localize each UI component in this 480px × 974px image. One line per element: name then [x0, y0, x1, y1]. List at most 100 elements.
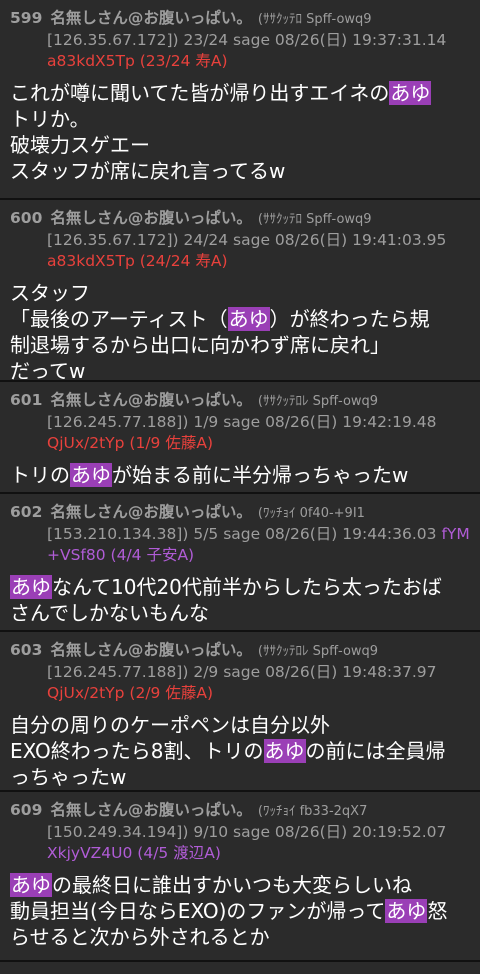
post: 602 名無しさん@お腹いっぱい。 (ﾜｯﾁｮｲ 0f40-+9I1 [153.210… [0, 494, 480, 632]
post-line: さんでしかないもんな [10, 600, 474, 626]
post-body: あゆの最終日に誰出すかいつも大変らしいね 動員担当(今日ならEXO)のファンが帰っ… [10, 872, 474, 950]
highlighted-keyword: あゆ [10, 575, 52, 599]
post: 601 名無しさん@お腹いっぱい。 (ｻｻｸｯﾃﾛﾚ Spff-owq9 [126.2… [0, 382, 480, 494]
thread: 599 名無しさん@お腹いっぱい。 (ｻｻｸｯﾃﾛ Spff-owq9 [126.35… [0, 0, 480, 962]
post-info: [153.210.134.38]) 5/5 sage 08/26(日) 19:4… [10, 524, 474, 545]
poster-name: 名無しさん@お腹いっぱい。 [50, 209, 252, 227]
post-line: これが噂に聞いてた皆が帰り出すエイネのあゆ [10, 80, 474, 106]
poster-name: 名無しさん@お腹いっぱい。 [50, 503, 252, 521]
post-meta: 602 名無しさん@お腹いっぱい。 (ﾜｯﾁｮｲ 0f40-+9I1 [153.210… [10, 502, 474, 566]
post-body: トリのあゆが始まる前に半分帰っちゃったw [10, 462, 474, 488]
post-line: トリか。 [10, 106, 474, 132]
post-number[interactable]: 599 [10, 9, 42, 27]
post-text: さんでしかないもんな [10, 601, 209, 625]
post: 609 名無しさん@お腹いっぱい。 (ﾜｯﾁｮｲ fb33-2qX7 [150.249… [0, 792, 480, 962]
highlighted-keyword: あゆ [263, 739, 306, 763]
post-info: [126.35.67.172]) 24/24 sage 08/26(日) 19:… [10, 230, 474, 251]
post-text: スタッフ [10, 281, 90, 305]
ip-date-text: [126.245.77.188]) 1/9 sage 08/26(日) 19:4… [47, 413, 437, 431]
poster-name: 名無しさん@お腹いっぱい。 [50, 9, 252, 27]
poster-handle: (ﾜｯﾁｮｲ fb33-2qX7 [257, 804, 368, 819]
ip-date-text: [126.35.67.172]) 23/24 sage 08/26(日) 19:… [47, 31, 447, 49]
post-body: スタッフ 「最後のアーティスト（あゆ）が終わったら規 制退場するから出口に向かわず席… [10, 280, 474, 384]
post-header: 601 名無しさん@お腹いっぱい。 (ｻｻｸｯﾃﾛﾚ Spff-owq9 [10, 390, 474, 412]
post-text: 自分の周りのケーポペンは自分以外 [10, 713, 330, 737]
ip-date-text: [126.35.67.172]) 24/24 sage 08/26(日) 19:… [47, 231, 447, 249]
poster-handle: (ｻｻｸｯﾃﾛ Spff-owq9 [257, 12, 372, 27]
post-text: っちゃったw [10, 765, 127, 789]
post: 603 名無しさん@お腹いっぱい。 (ｻｻｸｯﾃﾛﾚ Spff-owq9 [126.2… [0, 632, 480, 792]
post-line: 自分の周りのケーポペンは自分以外 [10, 712, 474, 738]
highlighted-keyword: あゆ [227, 307, 270, 331]
post-line: EXO終わったら8割、トリのあゆの前には全員帰 [10, 738, 474, 764]
post-meta: 599 名無しさん@お腹いっぱい。 (ｻｻｸｯﾃﾛ Spff-owq9 [126.35… [10, 8, 474, 72]
post-meta: 609 名無しさん@お腹いっぱい。 (ﾜｯﾁｮｲ fb33-2qX7 [150.249… [10, 800, 474, 864]
post-body: 自分の周りのケーポペンは自分以外 EXO終わったら8割、トリのあゆの前には全員帰っ… [10, 712, 474, 790]
poster-id-line: QjUx/2tYp (1/9 佐藤A) [10, 433, 474, 454]
poster-id[interactable]: +VSf80 (4/4 子安A) [47, 546, 194, 564]
poster-id-line: +VSf80 (4/4 子安A) [10, 545, 474, 566]
highlighted-keyword: あゆ [389, 81, 432, 105]
ip-date-text: [126.245.77.188]) 2/9 sage 08/26(日) 19:4… [47, 663, 437, 681]
post-text: これが噂に聞いてた皆が帰り出すエイネの [10, 81, 390, 105]
post-line: 制退場するから出口に向かわず席に戻れ」 [10, 332, 474, 358]
poster-id-line: XkjyVZ4U0 (4/5 渡辺A) [10, 843, 474, 864]
post-number[interactable]: 609 [10, 801, 42, 819]
post-line: らせると次から外されるとか [10, 924, 474, 950]
post-line: あゆの最終日に誰出すかいつも大変らしいね [10, 872, 474, 898]
poster-id[interactable]: a83kdX5Tp (23/24 寿A) [47, 52, 228, 70]
post-number[interactable]: 602 [10, 503, 42, 521]
post-line: トリのあゆが始まる前に半分帰っちゃったw [10, 462, 474, 488]
post-text: 制退場するから出口に向かわず席に戻れ」 [10, 333, 390, 357]
highlighted-keyword: あゆ [10, 873, 52, 897]
post-header: 599 名無しさん@お腹いっぱい。 (ｻｻｸｯﾃﾛ Spff-owq9 [10, 8, 474, 30]
post-text: 動員担当(今日ならEXO)のファンが帰って [10, 899, 386, 923]
post-text: トリの [10, 463, 70, 487]
poster-id[interactable]: a83kdX5Tp (24/24 寿A) [47, 252, 228, 270]
post-text: 破壊力スゲエー [10, 133, 150, 157]
post-line: スタッフが席に戻れ言ってるw [10, 158, 474, 184]
post-body: あゆなんて10代20代前半からしたら太ったおば さんでしかないもんな [10, 574, 474, 626]
post-number[interactable]: 601 [10, 391, 42, 409]
post-text: なんて10代20代前半からしたら太ったおば [52, 575, 442, 599]
poster-name: 名無しさん@お腹いっぱい。 [50, 641, 252, 659]
post-text: スタッフが席に戻れ言ってるw [10, 159, 286, 183]
highlighted-keyword: あゆ [70, 463, 112, 487]
highlighted-keyword: あゆ [385, 899, 428, 923]
post-text: だってw [10, 359, 86, 383]
post-header: 600 名無しさん@お腹いっぱい。 (ｻｻｸｯﾃﾛ Spff-owq9 [10, 208, 474, 230]
post-text: EXO終わったら8割、トリの [10, 739, 264, 763]
post-header: 602 名無しさん@お腹いっぱい。 (ﾜｯﾁｮｲ 0f40-+9I1 [10, 502, 474, 524]
poster-id[interactable]: QjUx/2tYp (1/9 佐藤A) [47, 434, 213, 452]
post-info: [150.249.34.194]) 9/10 sage 08/26(日) 20:… [10, 822, 474, 843]
post-text: の前には全員帰 [305, 739, 446, 763]
poster-id[interactable]: QjUx/2tYp (2/9 佐藤A) [47, 684, 213, 702]
poster-handle: (ｻｻｸｯﾃﾛﾚ Spff-owq9 [257, 394, 379, 409]
post-info: [126.35.67.172]) 23/24 sage 08/26(日) 19:… [10, 30, 474, 51]
post-meta: 603 名無しさん@お腹いっぱい。 (ｻｻｸｯﾃﾛﾚ Spff-owq9 [126.2… [10, 640, 474, 704]
post-line: 動員担当(今日ならEXO)のファンが帰ってあゆ怒 [10, 898, 474, 924]
post-text: が始まる前に半分帰っちゃったw [112, 463, 409, 487]
post-number[interactable]: 603 [10, 641, 42, 659]
poster-handle: (ﾜｯﾁｮｲ 0f40-+9I1 [257, 506, 365, 521]
poster-id[interactable]: fYM [441, 525, 469, 543]
poster-handle: (ｻｻｸｯﾃﾛ Spff-owq9 [257, 212, 372, 227]
poster-id[interactable]: XkjyVZ4U0 (4/5 渡辺A) [47, 844, 221, 862]
post-text: 「最後のアーティスト（ [10, 307, 228, 331]
post-text: トリか。 [10, 107, 90, 131]
poster-handle: (ｻｻｸｯﾃﾛﾚ Spff-owq9 [257, 644, 379, 659]
post-line: だってw [10, 358, 474, 384]
poster-id-line: a83kdX5Tp (23/24 寿A) [10, 51, 474, 72]
poster-name: 名無しさん@お腹いっぱい。 [50, 801, 252, 819]
post-info: [126.245.77.188]) 1/9 sage 08/26(日) 19:4… [10, 412, 474, 433]
post-line: スタッフ [10, 280, 474, 306]
post-meta: 601 名無しさん@お腹いっぱい。 (ｻｻｸｯﾃﾛﾚ Spff-owq9 [126.2… [10, 390, 474, 454]
post-number[interactable]: 600 [10, 209, 42, 227]
ip-date-text: [150.249.34.194]) 9/10 sage 08/26(日) 20:… [47, 823, 447, 841]
post-text: ）が終わったら規 [269, 307, 430, 331]
post-line: 「最後のアーティスト（あゆ）が終わったら規 [10, 306, 474, 332]
poster-id-line: a83kdX5Tp (24/24 寿A) [10, 251, 474, 272]
ip-date-text: [153.210.134.38]) 5/5 sage 08/26(日) 19:4… [47, 525, 437, 543]
post-line: あゆなんて10代20代前半からしたら太ったおば [10, 574, 474, 600]
post-header: 609 名無しさん@お腹いっぱい。 (ﾜｯﾁｮｲ fb33-2qX7 [10, 800, 474, 822]
